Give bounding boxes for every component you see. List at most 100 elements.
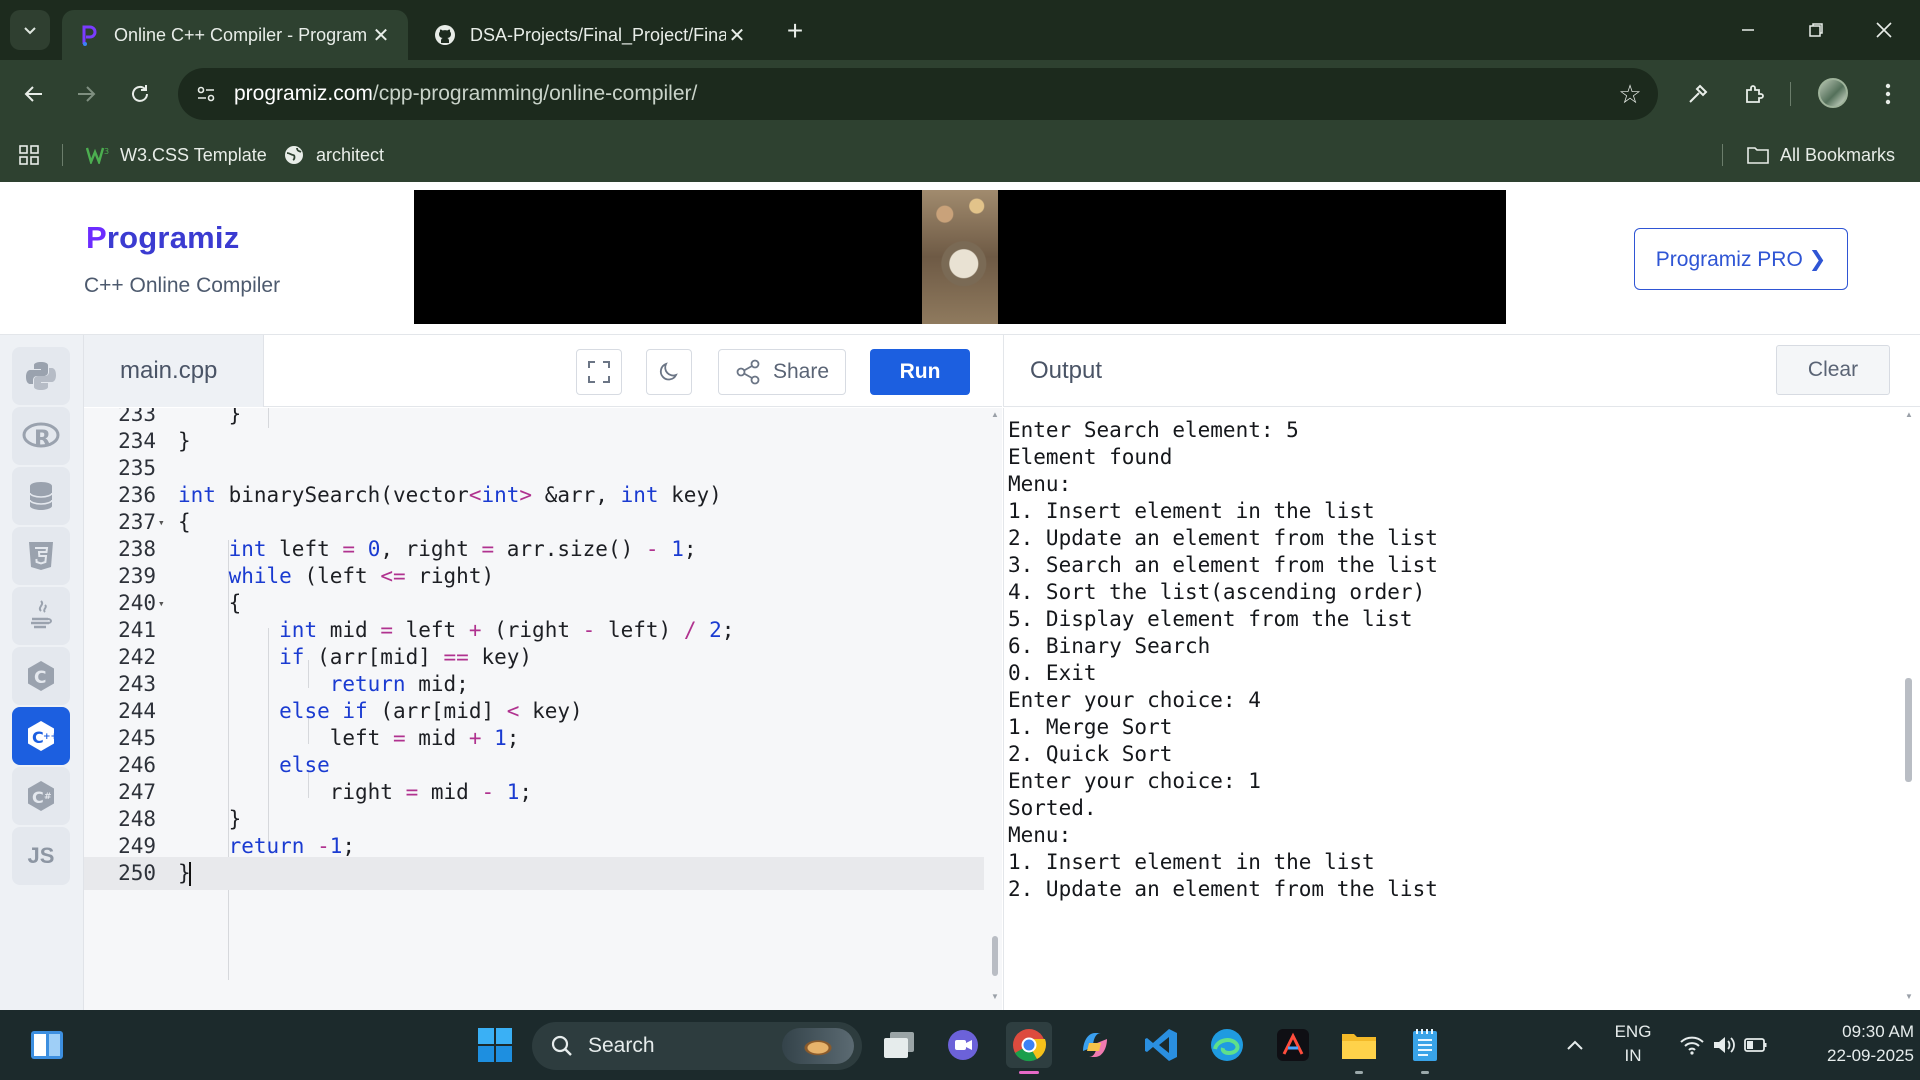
apps-button[interactable] [18, 140, 40, 170]
csharp-icon[interactable]: C # [12, 767, 70, 825]
windows-taskbar: Search ENG IN 09:30 AM 22-09-2025 [0, 1010, 1920, 1080]
input-language-indicator[interactable]: ENG IN [1598, 1020, 1668, 1068]
more-vertical-icon [1885, 83, 1891, 105]
folder-icon [1746, 143, 1770, 167]
eyedropper-icon [1689, 84, 1708, 103]
advertisement-banner[interactable] [414, 190, 1506, 324]
fullscreen-icon [588, 361, 610, 383]
adobe-icon [1277, 1029, 1309, 1061]
output-scrollbar[interactable]: ▲ ▼ [1902, 408, 1916, 1010]
all-bookmarks-label: All Bookmarks [1780, 144, 1896, 165]
text-cursor [188, 862, 191, 886]
taskbar-clock[interactable]: 09:30 AM 22-09-2025 [1790, 1020, 1914, 1068]
browser-tab-strip: Online C++ Compiler - Program ✕ DSA-Proj… [0, 0, 1920, 60]
output-console[interactable]: Enter Search element: 5 Element found Menu… [1003, 408, 1920, 1010]
taskbar-search[interactable]: Search [532, 1022, 862, 1070]
extensions-button[interactable] [1736, 76, 1772, 112]
svg-text:C: C [34, 668, 46, 688]
scroll-up-icon[interactable]: ▲ [991, 410, 999, 419]
address-bar[interactable]: programiz.com/cpp-programming/online-com… [178, 68, 1658, 120]
programiz-logo[interactable]: Programiz [86, 220, 239, 256]
tab-programiz[interactable]: Online C++ Compiler - Program ✕ [62, 10, 408, 60]
programiz-favicon-icon [78, 24, 100, 46]
page-subtitle: C++ Online Compiler [84, 274, 281, 297]
clear-button[interactable]: Clear [1776, 345, 1890, 395]
reload-icon [132, 85, 148, 102]
reload-button[interactable] [122, 76, 158, 112]
bookmark-w3css[interactable]: 3 W3.CSS Template [86, 140, 267, 170]
r-icon[interactable]: R [12, 407, 70, 465]
js-icon[interactable]: JS [12, 827, 70, 885]
puzzle-icon [1746, 85, 1764, 103]
profile-avatar[interactable] [1818, 78, 1848, 108]
close-tab-icon[interactable]: ✕ [726, 23, 748, 48]
cpp-icon[interactable]: C ++ [12, 707, 70, 765]
w3-icon: 3 [86, 143, 110, 167]
scroll-down-icon[interactable]: ▼ [1905, 992, 1913, 1001]
task-view-icon [884, 1032, 914, 1058]
code-text: } [178, 861, 191, 886]
editor-scroll-thumb[interactable] [992, 936, 998, 976]
start-button[interactable] [472, 1022, 518, 1068]
new-tab-button[interactable]: + [778, 14, 812, 48]
bookmark-architect[interactable]: architect [282, 140, 384, 170]
restore-icon [1809, 23, 1823, 37]
arrow-right-icon [78, 86, 96, 102]
output-scroll-thumb[interactable] [1905, 678, 1912, 782]
c-icon[interactable]: C [12, 647, 70, 705]
dark-mode-toggle[interactable] [646, 349, 692, 395]
copilot-button[interactable] [1072, 1022, 1118, 1068]
bookmark-label: W3.CSS Template [120, 144, 267, 165]
teams-chat-button[interactable] [940, 1022, 986, 1068]
edge-button[interactable] [1204, 1022, 1250, 1068]
programiz-pro-button[interactable]: Programiz PRO ❯ [1634, 228, 1848, 290]
svg-text:#: # [44, 792, 52, 802]
html5-icon[interactable] [12, 527, 70, 585]
notepad-button[interactable] [1402, 1022, 1448, 1074]
back-button[interactable] [16, 76, 52, 112]
widgets-button[interactable] [24, 1022, 70, 1068]
tab-search-button[interactable] [10, 10, 50, 50]
sql-database-icon[interactable] [12, 467, 70, 525]
python-icon[interactable] [12, 347, 70, 405]
chrome-icon [1013, 1029, 1047, 1062]
bookmark-star-icon[interactable]: ☆ [1616, 80, 1644, 108]
tab-github[interactable]: DSA-Projects/Final_Project/Fina ✕ [418, 10, 764, 60]
share-button[interactable]: Share [718, 349, 846, 395]
forward-button[interactable] [68, 76, 104, 112]
site-info-icon[interactable] [192, 80, 220, 108]
code-line[interactable]: 250} [84, 857, 984, 890]
run-button[interactable]: Run [870, 349, 970, 395]
fullscreen-button[interactable] [576, 349, 622, 395]
editor-scrollbar[interactable]: ▲ ▼ [988, 408, 1002, 1010]
restore-button[interactable] [1790, 10, 1842, 50]
widgets-icon [31, 1031, 63, 1059]
scroll-up-icon[interactable]: ▲ [1905, 410, 1913, 419]
show-hidden-icons-button[interactable] [1560, 1010, 1590, 1080]
file-explorer-button[interactable] [1336, 1022, 1382, 1074]
minimize-icon [1742, 29, 1754, 31]
code-editor[interactable]: 233 } 234} 235 236 int binarySearch(vector<i… [84, 408, 1002, 1010]
eyedropper-extension-button[interactable] [1680, 76, 1716, 112]
java-icon[interactable] [12, 587, 70, 645]
svg-text:C: C [32, 788, 44, 807]
search-label: Search [588, 1034, 655, 1057]
vscode-button[interactable] [1138, 1022, 1184, 1068]
quick-settings-button[interactable] [1676, 1010, 1772, 1080]
file-tab-main-cpp[interactable]: main.cpp [84, 335, 264, 407]
task-view-button[interactable] [876, 1022, 922, 1068]
adobe-button[interactable] [1270, 1022, 1316, 1068]
chrome-taskbar-button[interactable] [1006, 1022, 1052, 1074]
chrome-menu-button[interactable] [1870, 76, 1906, 112]
close-window-button[interactable] [1858, 10, 1910, 50]
windows-logo-icon [478, 1028, 512, 1062]
moon-icon [659, 362, 678, 381]
minimize-button[interactable] [1722, 10, 1774, 50]
all-bookmarks-button[interactable]: All Bookmarks [1746, 140, 1895, 170]
scroll-down-icon[interactable]: ▼ [991, 992, 999, 1001]
language-sidebar: R C C ++ C # JS [0, 335, 84, 1010]
github-icon [434, 24, 456, 46]
svg-text:++: ++ [43, 732, 57, 742]
close-tab-icon[interactable]: ✕ [370, 23, 392, 48]
copilot-icon [1083, 1033, 1107, 1057]
